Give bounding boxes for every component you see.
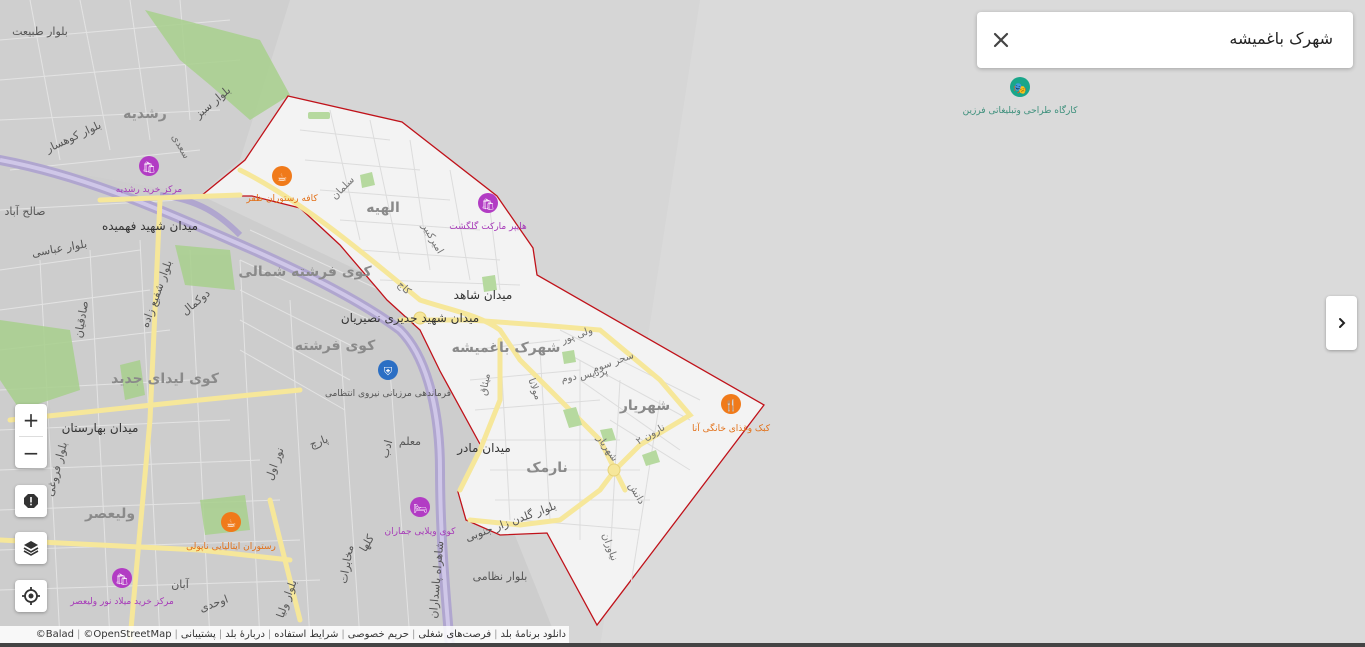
square-label: میدان بهارستان bbox=[62, 421, 139, 436]
road-label: صالح آباد bbox=[4, 204, 45, 218]
layers-icon bbox=[23, 541, 39, 556]
footer-link-download-app[interactable]: دانلود برنامهٔ بلد bbox=[501, 629, 567, 640]
footer-link-support[interactable]: پشتیبانی bbox=[181, 629, 216, 640]
chevron-right-icon bbox=[1338, 318, 1345, 328]
government-icon: ⛨ bbox=[384, 365, 393, 378]
locate-me-button[interactable] bbox=[15, 580, 47, 612]
search-query-title: شهرک باغمیشه bbox=[1229, 29, 1333, 48]
poi-label: مرکز خرید میلاد نور ولیعصر bbox=[69, 597, 174, 607]
footer-link-about[interactable]: دربارهٔ بلد bbox=[225, 629, 265, 640]
square-label: میدان شهید جدیری نصیریان bbox=[341, 311, 479, 326]
alert-icon bbox=[24, 494, 38, 508]
area-label-valiasr: ولیعصر bbox=[84, 506, 135, 522]
shopping-bag-icon: 🛍 bbox=[481, 198, 495, 211]
poi-label: رستوران ایتالیایی ناپولی bbox=[186, 542, 276, 552]
area-label-fereshteh: کوی فرشته bbox=[295, 338, 376, 354]
area-label-narmak: نارمک bbox=[526, 460, 568, 476]
footer-link-jobs[interactable]: فرصت‌های شغلی bbox=[418, 629, 491, 640]
poi-label: مرکز خرید رشدیه bbox=[116, 185, 183, 195]
road-label: آبان bbox=[171, 577, 189, 591]
search-result-panel[interactable]: شهرک باغمیشه bbox=[977, 12, 1353, 68]
layers-button[interactable] bbox=[15, 532, 47, 564]
poi-label: کوی ویلایی جماران bbox=[385, 527, 457, 537]
area-label-shahriar: شهریار bbox=[619, 398, 670, 414]
zoom-out-button[interactable]: − bbox=[15, 437, 47, 469]
zoom-in-button[interactable]: + bbox=[15, 404, 47, 436]
restaurant-icon: 🍴 bbox=[724, 399, 738, 412]
report-button[interactable] bbox=[15, 485, 47, 517]
footer-link-privacy[interactable]: حریم خصوصی bbox=[348, 629, 409, 640]
poi-label: هایپر مارکت گلگشت bbox=[449, 220, 527, 232]
area-label-roshdieh: رشدیه bbox=[123, 106, 167, 122]
poi-label: کبک وغذای خانگی آنا bbox=[692, 422, 771, 434]
square-label: میدان شاهد bbox=[454, 288, 513, 302]
hotel-icon: 🛏 bbox=[413, 502, 427, 515]
area-label-elahieh: الهیه bbox=[366, 200, 400, 216]
theater-masks-icon: 🎭 bbox=[1013, 82, 1027, 95]
cafe-icon: ☕ bbox=[277, 171, 287, 184]
area-label-baghmisheh: شهرک باغمیشه bbox=[452, 340, 561, 356]
balad-attribution: ©Balad bbox=[35, 629, 74, 640]
bottom-edge bbox=[0, 643, 1365, 647]
crosshair-icon bbox=[22, 587, 40, 605]
road-label: بلوار طبیعت bbox=[12, 25, 68, 38]
square-label: میدان شهید فهمیده bbox=[102, 219, 198, 233]
osm-attribution-link[interactable]: ©OpenStreetMap bbox=[83, 629, 171, 640]
map-canvas[interactable]: شهرک باغمیشه الهیه شهریار نارمک کوی فرشت… bbox=[0, 0, 1365, 647]
poi-label: کارگاه طراحی وتبلیغاتی فرزین bbox=[963, 104, 1078, 116]
area-label-fereshteh-north: کوی فرشته شمالی bbox=[238, 264, 372, 280]
square-label: میدان مادر bbox=[456, 441, 511, 456]
poi-label: فرماندهی مرزبانی نیروی انتظامی bbox=[325, 389, 451, 399]
cafe-icon: ☕ bbox=[226, 517, 236, 530]
map-footer: ©Balad | ©OpenStreetMap | پشتیبانی | درب… bbox=[0, 626, 569, 643]
shopping-bag-icon: 🛍 bbox=[115, 573, 129, 586]
close-icon[interactable] bbox=[989, 28, 1013, 52]
area-label-lidai: کوی لیدای جدید bbox=[111, 371, 220, 387]
expand-panel-button[interactable] bbox=[1326, 296, 1357, 350]
shopping-bag-icon: 🛍 bbox=[142, 161, 156, 174]
poi-label: کافه رستوران ظفر bbox=[245, 194, 318, 204]
road-label: معلم bbox=[399, 435, 421, 448]
road-label: بلوار نظامی bbox=[473, 570, 528, 583]
footer-link-terms[interactable]: شرایط استفاده bbox=[274, 629, 338, 640]
zoom-controls: + − bbox=[15, 404, 47, 468]
